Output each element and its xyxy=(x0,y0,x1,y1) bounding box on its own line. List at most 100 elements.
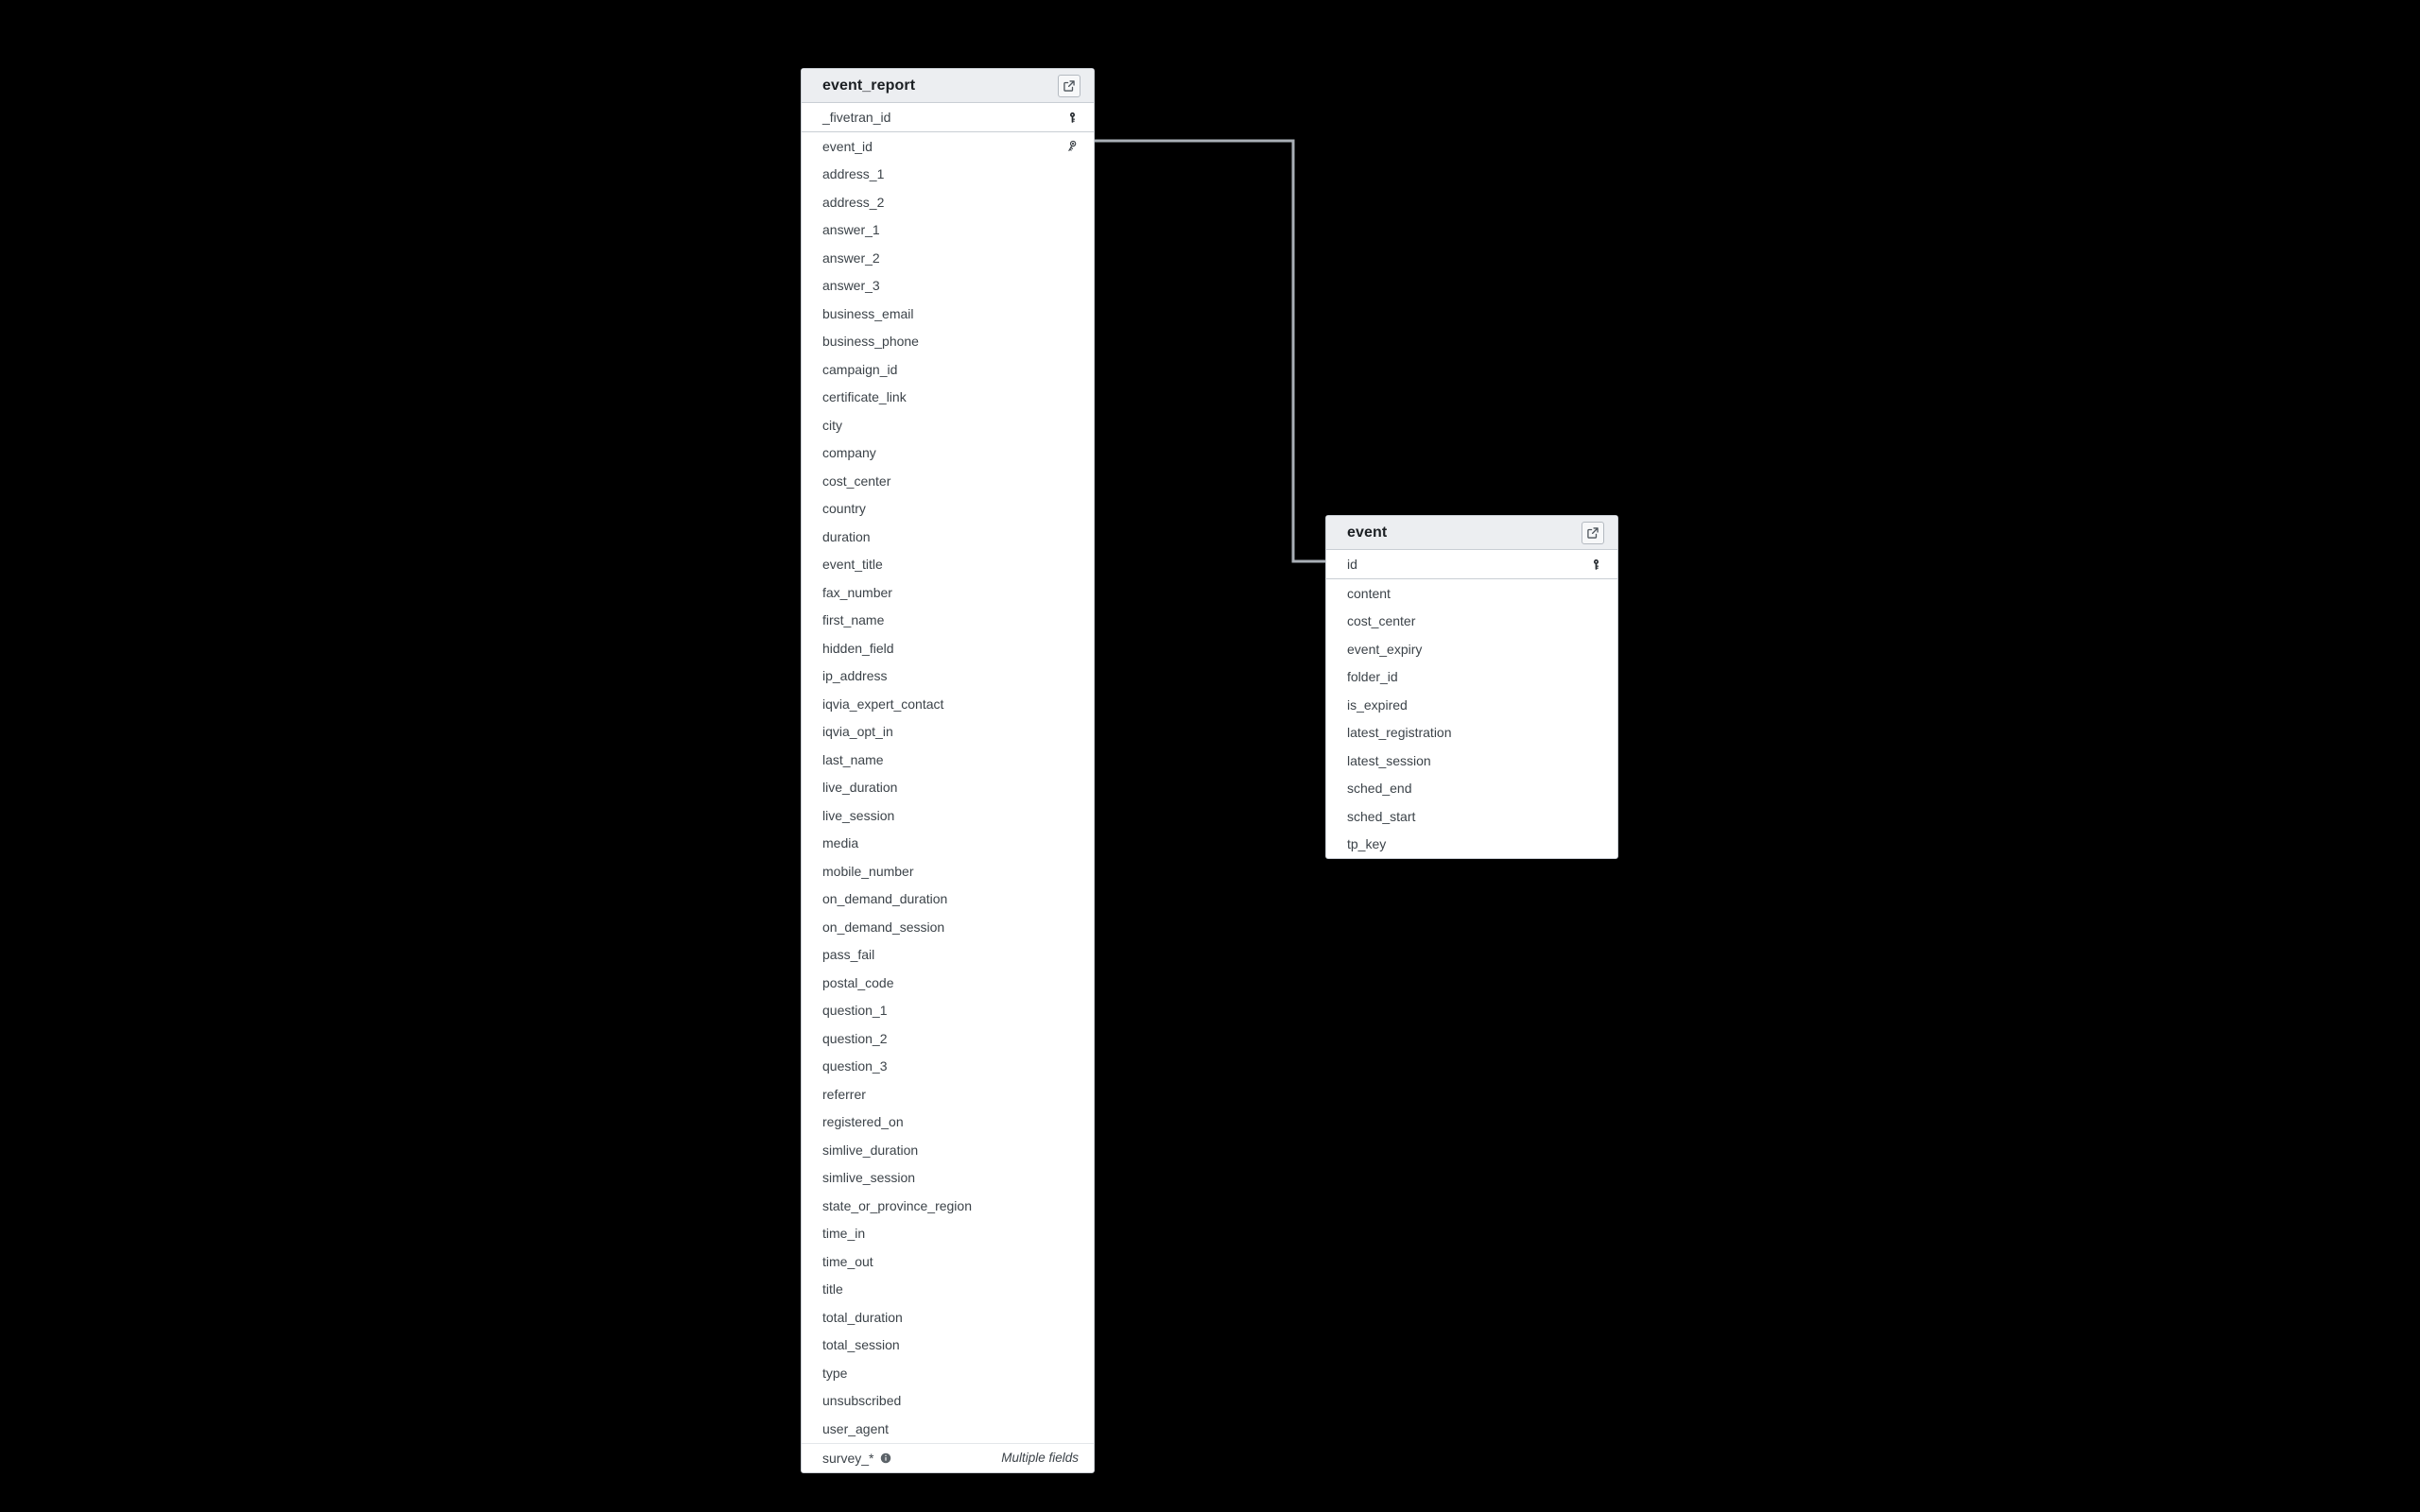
field-name: certificate_link xyxy=(822,389,907,405)
field-row[interactable]: event_id xyxy=(802,132,1094,161)
field-row[interactable]: media xyxy=(802,830,1094,858)
field-row[interactable]: fax_number xyxy=(802,578,1094,607)
field-row[interactable]: country xyxy=(802,495,1094,524)
field-row[interactable]: total_session xyxy=(802,1332,1094,1360)
erd-table-event[interactable]: event id content cost_center event_expiryfol… xyxy=(1325,515,1618,859)
field-name: city xyxy=(822,417,842,433)
field-name: unsubscribed xyxy=(822,1393,902,1409)
field-name: title xyxy=(822,1281,843,1297)
erd-table-event_report[interactable]: event_report _fivetran_id event_id address_… xyxy=(801,68,1095,1473)
field-row[interactable]: answer_3 xyxy=(802,272,1094,301)
field-row[interactable]: postal_code xyxy=(802,969,1094,997)
field-row[interactable]: is_expired xyxy=(1326,691,1617,719)
external-link-icon[interactable] xyxy=(1582,521,1604,544)
field-row[interactable]: cost_center xyxy=(802,467,1094,495)
field-left: type xyxy=(822,1366,847,1381)
field-left: event_id xyxy=(822,139,873,154)
table-fields: id content cost_center event_expiry folder_i… xyxy=(1326,550,1617,858)
field-name: registered_on xyxy=(822,1114,904,1130)
field-row[interactable]: business_phone xyxy=(802,328,1094,356)
field-name: question_2 xyxy=(822,1030,888,1046)
field-row[interactable]: folder_id xyxy=(1326,663,1617,692)
field-name: answer_1 xyxy=(822,222,880,238)
field-row[interactable]: on_demand_duration xyxy=(802,885,1094,914)
field-row[interactable]: content xyxy=(1326,579,1617,608)
field-row[interactable]: user_agent xyxy=(802,1415,1094,1443)
field-name: tp_key xyxy=(1347,836,1387,852)
field-row[interactable]: iqvia_expert_contact xyxy=(802,690,1094,718)
field-row[interactable]: question_1 xyxy=(802,997,1094,1025)
field-row[interactable]: business_email xyxy=(802,300,1094,328)
field-left: state_or_province_region xyxy=(822,1198,972,1213)
field-row[interactable]: latest_registration xyxy=(1326,719,1617,747)
field-row[interactable]: sched_start xyxy=(1326,802,1617,831)
field-row[interactable]: simlive_duration xyxy=(802,1136,1094,1164)
field-row[interactable]: duration xyxy=(802,523,1094,551)
relationship-line xyxy=(1095,139,1325,563)
field-row[interactable]: title xyxy=(802,1276,1094,1304)
field-name: folder_id xyxy=(1347,669,1398,685)
field-row[interactable]: sched_end xyxy=(1326,775,1617,803)
field-left: address_2 xyxy=(822,195,884,210)
field-row[interactable]: live_duration xyxy=(802,774,1094,802)
table-title: event_report xyxy=(822,77,916,94)
field-name: address_2 xyxy=(822,194,885,210)
field-left: iqvia_expert_contact xyxy=(822,696,943,712)
field-row[interactable]: cost_center xyxy=(1326,608,1617,636)
field-left: tp_key xyxy=(1347,836,1386,851)
field-row[interactable]: latest_session xyxy=(1326,747,1617,775)
field-row[interactable]: event_title xyxy=(802,551,1094,579)
field-row[interactable]: time_in xyxy=(802,1220,1094,1248)
field-row[interactable]: question_3 xyxy=(802,1053,1094,1081)
field-row[interactable]: answer_1 xyxy=(802,216,1094,245)
field-row[interactable]: certificate_link xyxy=(802,384,1094,412)
field-row[interactable]: pass_fail xyxy=(802,941,1094,970)
field-row[interactable]: live_session xyxy=(802,801,1094,830)
info-circle-icon[interactable] xyxy=(880,1452,891,1464)
field-row[interactable]: ip_address xyxy=(802,662,1094,691)
field-name: simlive_duration xyxy=(822,1142,919,1158)
field-name: type xyxy=(822,1365,848,1381)
field-row[interactable]: registered_on xyxy=(802,1108,1094,1137)
field-left: time_in xyxy=(822,1226,865,1241)
field-row[interactable]: question_2 xyxy=(802,1024,1094,1053)
field-name: pass_fail xyxy=(822,947,875,963)
field-row[interactable]: total_duration xyxy=(802,1303,1094,1332)
field-row[interactable]: campaign_id xyxy=(802,355,1094,384)
field-name: event_expiry xyxy=(1347,641,1423,657)
field-row[interactable]: time_out xyxy=(802,1247,1094,1276)
field-row[interactable]: id xyxy=(1326,550,1617,579)
field-name: question_3 xyxy=(822,1058,888,1074)
field-left: total_duration xyxy=(822,1310,903,1325)
field-row[interactable]: event_expiry xyxy=(1326,635,1617,663)
field-row[interactable]: address_1 xyxy=(802,161,1094,189)
field-left: duration xyxy=(822,529,871,544)
field-row[interactable]: hidden_field xyxy=(802,634,1094,662)
table-fields: _fivetran_id event_id address_1 address_2an… xyxy=(802,103,1094,1472)
field-left: id xyxy=(1347,557,1357,572)
field-row[interactable]: tp_key xyxy=(1326,831,1617,859)
field-left: fax_number xyxy=(822,585,892,600)
field-row[interactable]: state_or_province_region xyxy=(802,1192,1094,1220)
field-row[interactable]: iqvia_opt_in xyxy=(802,718,1094,747)
field-row[interactable]: last_name xyxy=(802,746,1094,774)
field-left: title xyxy=(822,1281,843,1297)
field-row[interactable]: mobile_number xyxy=(802,857,1094,885)
field-row[interactable]: answer_2 xyxy=(802,244,1094,272)
field-row[interactable]: city xyxy=(802,411,1094,439)
field-row[interactable]: _fivetran_id xyxy=(802,103,1094,132)
field-row[interactable]: unsubscribed xyxy=(802,1387,1094,1416)
field-row[interactable]: type xyxy=(802,1359,1094,1387)
field-row[interactable]: first_name xyxy=(802,607,1094,635)
field-left: business_email xyxy=(822,306,914,321)
field-row[interactable]: company xyxy=(802,439,1094,468)
field-row[interactable]: address_2 xyxy=(802,188,1094,216)
table-header[interactable]: event xyxy=(1326,516,1617,550)
field-row-summary[interactable]: survey_* Multiple fields xyxy=(802,1442,1094,1472)
field-row[interactable]: referrer xyxy=(802,1080,1094,1108)
table-header[interactable]: event_report xyxy=(802,69,1094,103)
field-left: postal_code xyxy=(822,975,894,990)
external-link-icon[interactable] xyxy=(1058,74,1080,97)
field-row[interactable]: on_demand_session xyxy=(802,913,1094,941)
field-row[interactable]: simlive_session xyxy=(802,1164,1094,1193)
